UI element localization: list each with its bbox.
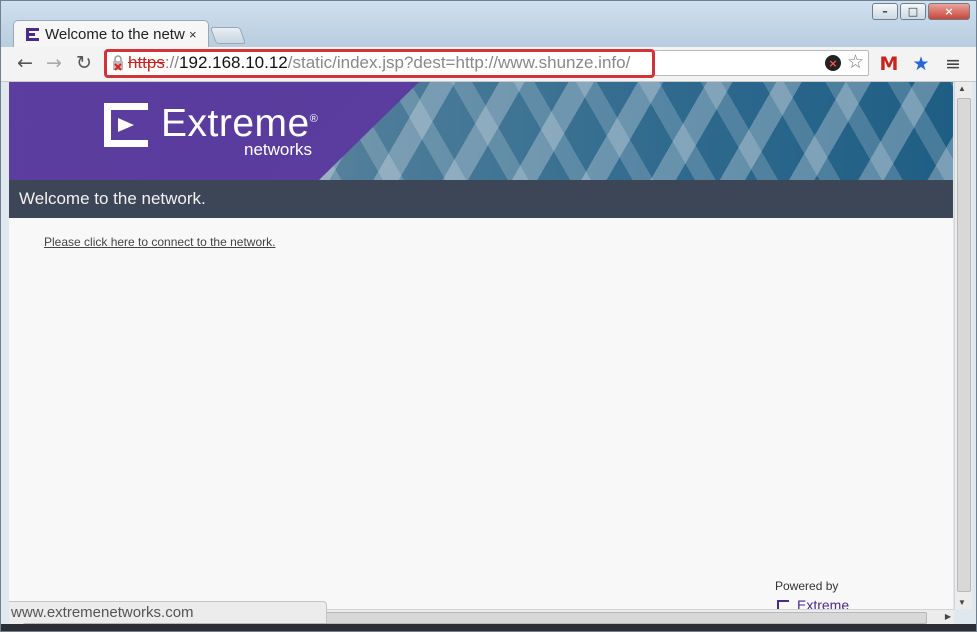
scroll-right-arrow-icon[interactable]: ▶ (945, 612, 951, 621)
reload-button[interactable]: ↻ (72, 51, 96, 75)
window-controls: – □ × (872, 3, 970, 20)
scroll-up-arrow-icon[interactable]: ▲ (958, 84, 966, 93)
powered-extreme-logo-icon (777, 600, 789, 609)
maximize-button[interactable]: □ (900, 3, 926, 20)
bookmark-star-icon[interactable]: ★ (910, 53, 932, 75)
chrome-menu-icon[interactable]: ≡ (942, 53, 964, 75)
brand-sub: networks (244, 140, 313, 159)
window-close-button[interactable]: × (928, 3, 970, 20)
address-highlight-box (104, 49, 655, 78)
gmail-extension-icon[interactable]: M (878, 53, 900, 75)
bookmark-star-outline-icon[interactable]: ☆ (847, 53, 864, 72)
tab-close-icon[interactable]: × (189, 27, 197, 42)
taskbar-edge (1, 624, 976, 631)
browser-window: – □ × Welcome to the network. × ← → ↻ ht… (0, 0, 977, 632)
vertical-scrollbar[interactable]: ▲ ▼ (954, 82, 972, 609)
powered-brand: Extreme (797, 597, 850, 609)
welcome-header: Welcome to the network. (9, 180, 953, 218)
connect-link[interactable]: Please click here to connect to the netw… (44, 235, 275, 249)
tab-title: Welcome to the network. (45, 25, 185, 43)
forward-button[interactable]: → (42, 51, 66, 75)
title-bar: – □ × Welcome to the network. × (1, 1, 976, 47)
blocked-content-icon[interactable]: × (824, 55, 841, 71)
scroll-down-arrow-icon[interactable]: ▼ (958, 598, 966, 607)
page-viewport: Extreme® networks Welcome to the network… (9, 82, 953, 609)
browser-tab[interactable]: Welcome to the network. × (13, 20, 209, 47)
vertical-scroll-thumb[interactable] (957, 98, 971, 592)
new-tab-button[interactable] (209, 27, 247, 44)
minimize-button[interactable]: – (872, 3, 898, 20)
header-banner: Extreme® networks (9, 82, 953, 180)
page-title: Welcome to the network. (19, 189, 206, 208)
powered-by-label: Powered by (775, 579, 839, 593)
status-bubble: www.extremenetworks.com (9, 601, 327, 623)
status-url: www.extremenetworks.com (11, 604, 194, 621)
extreme-logo-icon (104, 103, 148, 147)
extreme-favicon-icon (26, 27, 39, 41)
address-bar-actions: × ☆ (824, 53, 864, 72)
back-button[interactable]: ← (13, 51, 37, 75)
